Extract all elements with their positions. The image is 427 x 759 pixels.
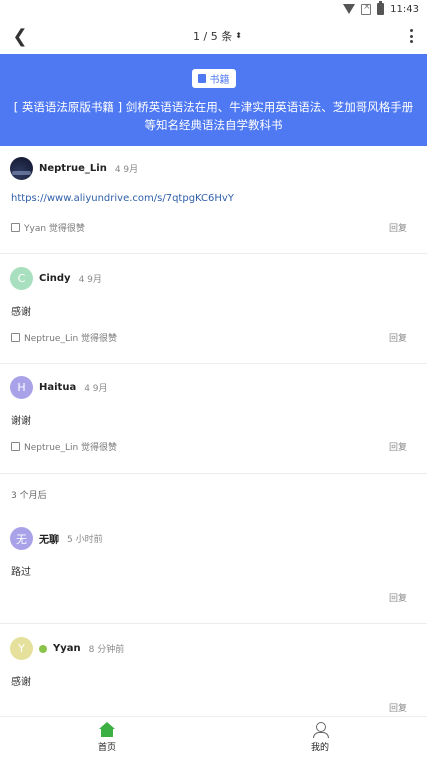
online-status-dot <box>39 644 47 653</box>
post-time: 8 分钟前 <box>88 645 125 655</box>
topic-title: [ 英语语法原版书籍 ] 剑桥英语语法在用、牛津实用英语语法、芝加哥风格手册等知… <box>13 100 414 132</box>
post-body: 路过 <box>11 567 31 578</box>
thumbs-up-icon <box>11 223 20 232</box>
post-body: 感谢 <box>11 677 31 688</box>
post-item: Y Yyan 8 分钟前 感谢 回复 <box>0 624 427 716</box>
top-nav: ❮ 1 / 5 条 ⬍ <box>0 18 427 54</box>
avatar[interactable] <box>10 157 33 180</box>
username[interactable]: Cindy <box>39 273 71 284</box>
time-divider: 3 个月后 <box>11 491 47 501</box>
back-arrow-icon[interactable]: ❮ <box>10 26 30 47</box>
pager-label: 1 / 5 条 <box>193 30 233 43</box>
user-icon <box>312 722 329 738</box>
username[interactable]: 无聊 <box>39 531 59 546</box>
thumbs-up-icon <box>11 333 20 342</box>
more-vertical-icon[interactable] <box>405 26 417 46</box>
avatar[interactable]: C <box>10 267 33 290</box>
status-bar: 11:43 <box>0 0 427 18</box>
reply-button[interactable]: 回复 <box>389 331 407 344</box>
post-item: C Cindy 4 9月 感谢 Neptrue_Lin 觉得很赞 回复 <box>0 254 427 364</box>
wifi-icon <box>343 4 356 14</box>
category-tag-label: 书籍 <box>209 75 230 86</box>
post-body: 感谢 <box>11 307 31 318</box>
topic-header: 书籍 [ 英语语法原版书籍 ] 剑桥英语语法在用、牛津实用英语语法、芝加哥风格手… <box>0 54 427 146</box>
tab-me[interactable]: 我的 <box>290 722 350 753</box>
post-item: 无 无聊 5 小时前 路过 回复 <box>0 516 427 624</box>
no-sim-icon <box>361 2 372 15</box>
reply-button[interactable]: 回复 <box>389 701 407 714</box>
home-icon <box>99 722 115 737</box>
reply-button[interactable]: 回复 <box>389 221 407 234</box>
avatar[interactable]: H <box>10 376 33 399</box>
username[interactable]: Haitua <box>39 382 76 393</box>
status-time: 11:43 <box>390 3 419 15</box>
avatar[interactable]: Y <box>10 637 33 660</box>
battery-icon <box>377 1 385 15</box>
sort-updown-icon: ⬍ <box>235 31 242 40</box>
post-time: 4 9月 <box>78 275 102 285</box>
tab-home[interactable]: 首页 <box>77 722 137 753</box>
bottom-tab-bar: 首页 我的 <box>0 716 427 759</box>
reply-button[interactable]: 回复 <box>389 591 407 604</box>
post-item: H Haitua 4 9月 谢谢 Neptrue_Lin 觉得很赞 回复 <box>0 364 427 474</box>
post-body: 谢谢 <box>11 416 31 427</box>
tab-label: 我的 <box>310 743 329 753</box>
like-text: Neptrue_Lin 觉得很赞 <box>24 334 118 344</box>
username[interactable]: Yyan <box>53 643 81 654</box>
post-time: 4 9月 <box>84 384 108 394</box>
like-text: Yyan 觉得很赞 <box>24 224 85 234</box>
post-item: Neptrue_Lin 4 9月 https://www.aliyundrive… <box>0 146 427 254</box>
post-time: 5 小时前 <box>67 535 103 545</box>
page-selector[interactable]: 1 / 5 条 ⬍ <box>193 28 242 44</box>
reply-button[interactable]: 回复 <box>389 440 407 453</box>
book-icon <box>197 74 206 83</box>
like-line[interactable]: Neptrue_Lin 觉得很赞 <box>11 331 117 344</box>
post-time: 4 9月 <box>114 165 139 175</box>
tab-label: 首页 <box>97 743 116 753</box>
avatar[interactable]: 无 <box>10 527 33 550</box>
like-line[interactable]: Neptrue_Lin 觉得很赞 <box>11 440 117 453</box>
post-link[interactable]: https://www.aliyundrive.com/s/7qtpgKC6Hv… <box>11 193 234 204</box>
category-tag[interactable]: 书籍 <box>191 69 236 88</box>
thumbs-up-icon <box>11 442 20 451</box>
like-text: Neptrue_Lin 觉得很赞 <box>24 443 118 453</box>
username[interactable]: Neptrue_Lin <box>39 163 107 174</box>
like-line[interactable]: Yyan 觉得很赞 <box>11 221 85 234</box>
